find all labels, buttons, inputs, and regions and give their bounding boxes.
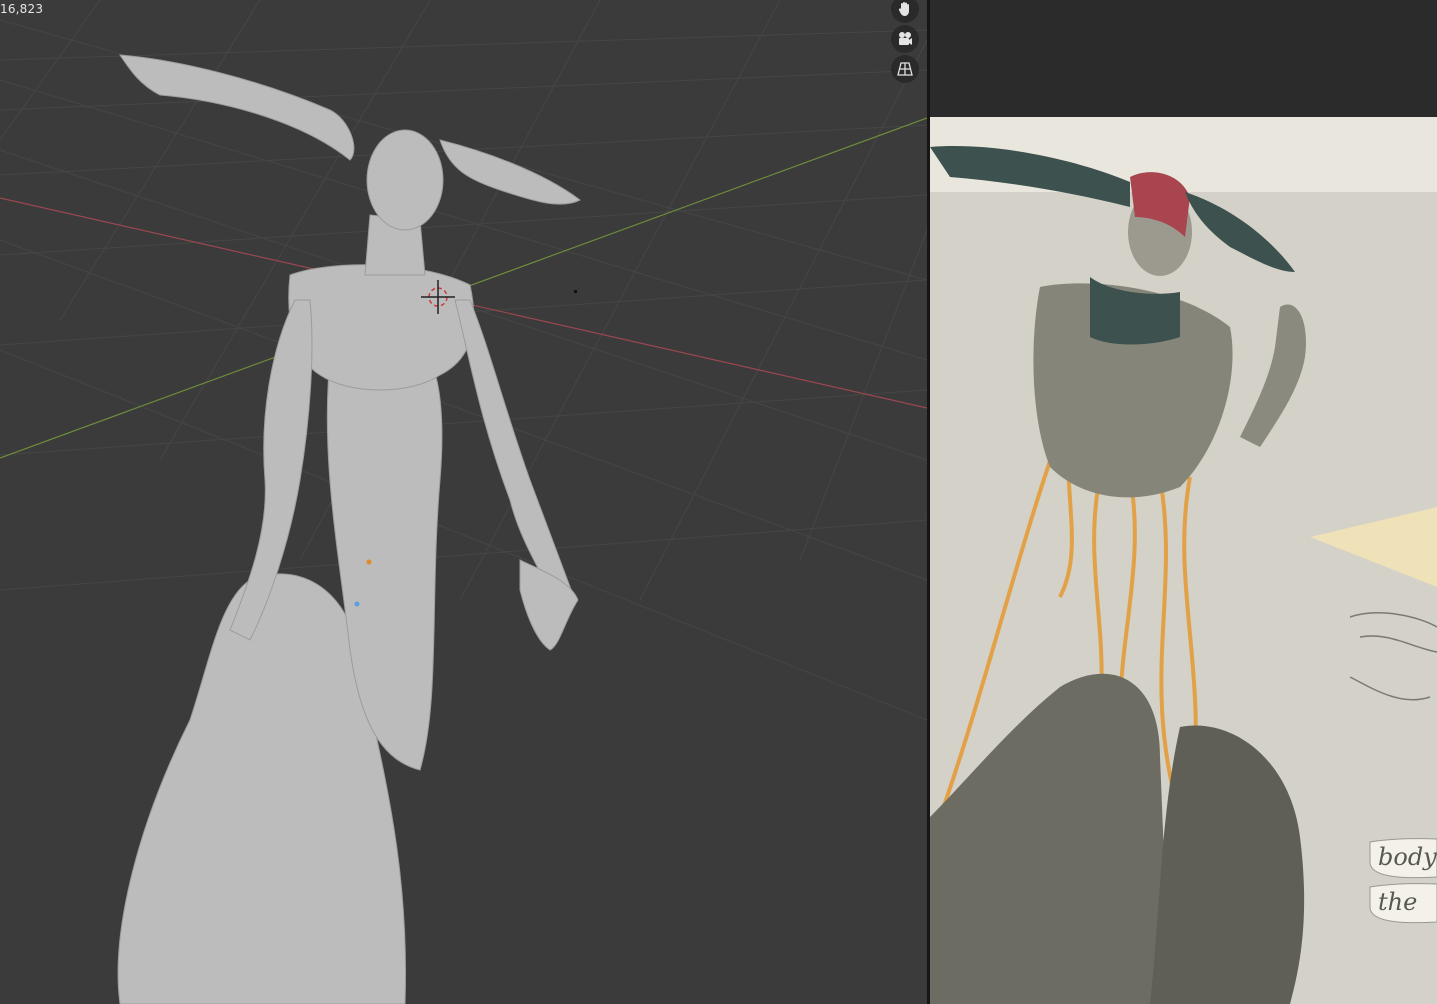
image-editor-panel[interactable]: body the xyxy=(930,0,1437,1004)
camera-view-button[interactable] xyxy=(891,25,919,53)
reference-image: body the xyxy=(930,117,1437,1004)
concept-art xyxy=(930,146,1437,1004)
toggle-perspective-button[interactable] xyxy=(891,55,919,83)
reference-text-line: the xyxy=(1378,888,1418,916)
reference-text-line: body xyxy=(1378,843,1437,871)
hand-pan-icon xyxy=(898,2,909,16)
scene-statistics: 16,823 xyxy=(0,2,44,16)
3d-viewport[interactable]: 16,823 xyxy=(0,0,927,1004)
camera-icon xyxy=(899,32,912,45)
sculpt-model xyxy=(117,54,581,1004)
grid-perspective-icon xyxy=(897,62,913,76)
viewport-grid xyxy=(0,0,927,1004)
